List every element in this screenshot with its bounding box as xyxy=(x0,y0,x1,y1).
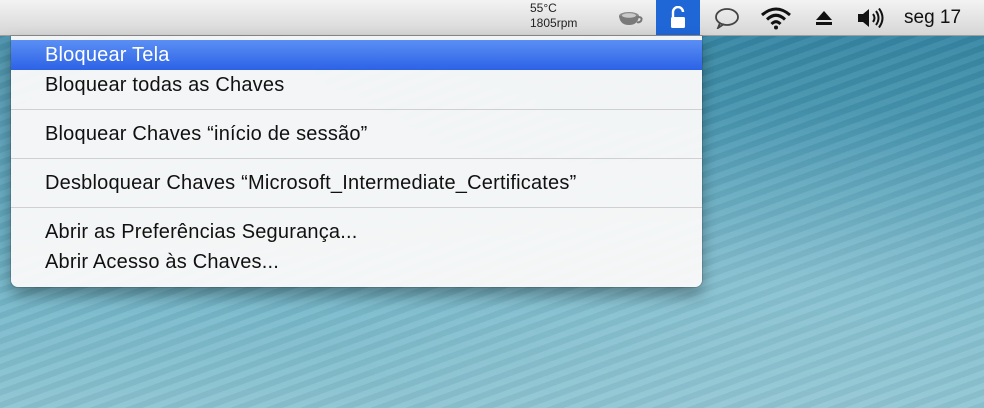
menu-bar: 55°C 1805rpm seg 17 xyxy=(0,0,984,36)
volume-icon[interactable] xyxy=(852,0,890,35)
speech-bubble-icon[interactable] xyxy=(712,0,742,35)
temperature-widget[interactable]: 55°C 1805rpm xyxy=(530,1,600,31)
clock[interactable]: seg 17 xyxy=(898,0,984,35)
coffee-cup-icon[interactable] xyxy=(612,0,648,35)
menu-item-unlock-certificates-keychain[interactable]: Desbloquear Chaves “Microsoft_Intermedia… xyxy=(11,168,702,198)
menu-item-open-keychain-access[interactable]: Abrir Acesso às Chaves... xyxy=(11,247,702,277)
menu-separator xyxy=(11,158,702,159)
menu-item-lock-all-keychains[interactable]: Bloquear todas as Chaves xyxy=(11,70,702,100)
temperature-value: 55°C xyxy=(530,1,557,15)
menu-item-lock-screen[interactable]: Bloquear Tela xyxy=(11,40,702,70)
menu-item-lock-login-keychain[interactable]: Bloquear Chaves “início de sessão” xyxy=(11,119,702,149)
wifi-icon[interactable] xyxy=(756,0,796,35)
eject-icon[interactable] xyxy=(810,0,838,35)
menu-separator xyxy=(11,207,702,208)
menu-item-open-security-preferences[interactable]: Abrir as Preferências Segurança... xyxy=(11,217,702,247)
lock-icon[interactable] xyxy=(656,0,700,35)
keychain-dropdown-menu: Bloquear Tela Bloquear todas as Chaves B… xyxy=(11,36,702,287)
fan-speed-value: 1805rpm xyxy=(530,16,578,30)
menu-separator xyxy=(11,109,702,110)
